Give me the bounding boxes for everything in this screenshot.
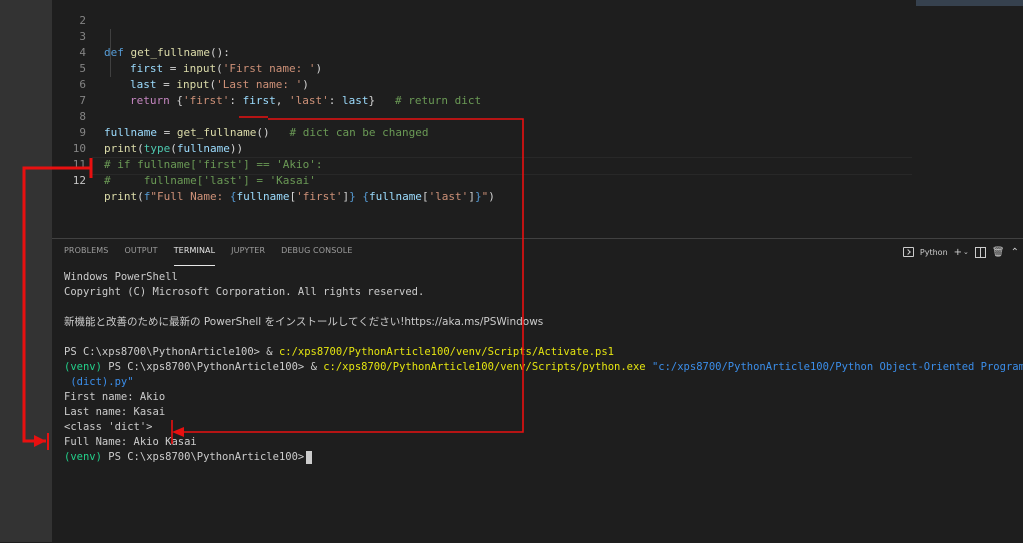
terminal-cursor [306, 450, 313, 464]
line-number: 12 [72, 174, 86, 187]
tab-terminal[interactable]: TERMINAL [173, 246, 216, 266]
bottom-panel: PROBLEMS OUTPUT TERMINAL JUPYTER DEBUG C… [52, 238, 1023, 543]
terminal-icon[interactable] [902, 245, 914, 259]
code-line-2[interactable]: 2 [52, 0, 952, 27]
split-terminal-icon[interactable] [974, 245, 986, 259]
code-editor[interactable]: 2 3 def get_fullname(): 4 first = input(… [52, 0, 1023, 238]
terminal-line: Windows PowerShell [64, 271, 178, 283]
terminal-line: <class 'dict'> [64, 421, 153, 433]
code-line-7[interactable]: 7 [52, 77, 952, 107]
terminal-line: Full Name: Akio Kasai [64, 436, 197, 448]
terminal-line: PS C:\xps8700\PythonArticle100> & c:/xps… [64, 346, 614, 358]
code-line-5[interactable]: 5 last = input('Last name: ') [52, 45, 952, 91]
code-line-9[interactable]: 9 print(type(fullname)) [52, 109, 952, 155]
trash-icon[interactable]: 🗑 [992, 245, 1005, 259]
terminal-line: Copyright (C) Microsoft Corporation. All… [64, 286, 425, 298]
terminal-line: Last name: Kasai [64, 406, 166, 418]
code-line-12[interactable]: 12 print(f"Full Name: {fullname['first']… [52, 157, 952, 203]
terminal-line: (venv) PS C:\xps8700\PythonArticle100> &… [64, 361, 1023, 373]
terminal-kind-label[interactable]: Python [920, 248, 948, 257]
chevron-up-icon[interactable]: ⌃ [1011, 245, 1019, 259]
code-line-8[interactable]: 8 fullname = get_fullname() # dict can b… [52, 93, 952, 139]
code-line-6[interactable]: 6 return {'first': first, 'last': last} … [52, 61, 952, 107]
terminal-prompt-line[interactable]: (venv) PS C:\xps8700\PythonArticle100> [64, 450, 313, 465]
terminal-line: 新機能と改善のために最新の PowerShell をインストールしてください!h… [64, 316, 544, 328]
terminal-line: (dict).py" [64, 376, 134, 388]
tab-output[interactable]: OUTPUT [124, 246, 157, 266]
code-line-10[interactable]: 10 # if fullname['first'] == 'Akio': [52, 125, 952, 171]
terminal-line: First name: Akio [64, 391, 166, 403]
tab-problems[interactable]: PROBLEMS [64, 246, 108, 266]
panel-toolbar: Python + ⌄ 🗑 ⌃ [902, 243, 1023, 261]
code-text: # fullname['last'] = 'Kasai' [104, 174, 316, 187]
activity-bar [0, 0, 52, 542]
panel-tabs: PROBLEMS OUTPUT TERMINAL JUPYTER DEBUG C… [64, 246, 368, 266]
code-line-3[interactable]: 3 def get_fullname(): [52, 13, 952, 59]
code-line-4[interactable]: 4 first = input('First name: ') [52, 29, 952, 75]
tab-debug-console[interactable]: DEBUG CONSOLE [281, 246, 352, 266]
tab-jupyter[interactable]: JUPYTER [231, 246, 265, 266]
plus-icon[interactable]: + [954, 245, 962, 259]
chevron-down-icon[interactable]: ⌄ [963, 245, 969, 259]
code-text: print(f"Full Name: {fullname['first']} {… [104, 190, 495, 203]
code-line-11[interactable]: 11 # fullname['last'] = 'Kasai' [52, 141, 952, 187]
